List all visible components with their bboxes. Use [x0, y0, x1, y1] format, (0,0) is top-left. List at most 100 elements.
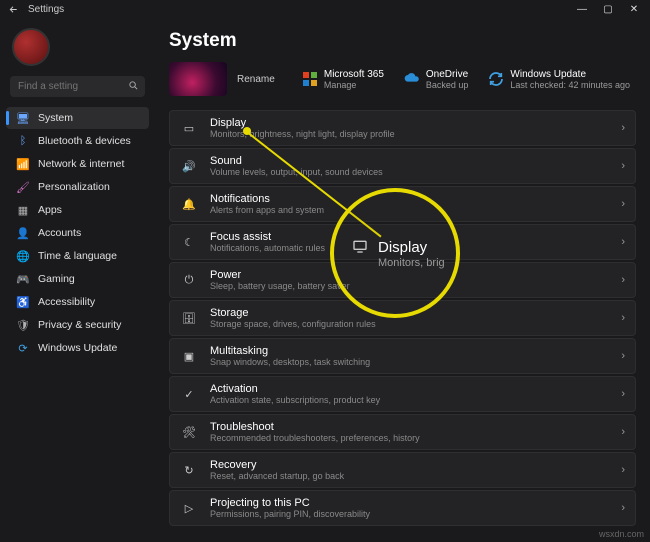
search-icon — [128, 80, 139, 94]
row-projecting-to-this-pc[interactable]: ▷Projecting to this PCPermissions, pairi… — [169, 490, 636, 526]
chevron-right-icon: › — [621, 464, 625, 476]
sidebar-item-apps[interactable]: ▦Apps — [6, 199, 149, 221]
row-sub: Alerts from apps and system — [210, 205, 324, 215]
row-icon: 🔊 — [180, 157, 198, 175]
watermark: wsxdn.com — [599, 529, 644, 539]
row-icon: ↻ — [180, 461, 198, 479]
row-icon: ▭ — [180, 119, 198, 137]
row-title: Notifications — [210, 193, 324, 205]
row-recovery[interactable]: ↻RecoveryReset, advanced startup, go bac… — [169, 452, 636, 488]
sidebar-item-label: Accounts — [38, 227, 81, 239]
row-title: Activation — [210, 383, 380, 395]
row-icon: ✓ — [180, 385, 198, 403]
sidebar-item-personalization[interactable]: 🖌 Personalization — [6, 176, 149, 198]
sidebar-item-label: Apps — [38, 204, 62, 216]
row-icon: 🛠 — [180, 423, 198, 441]
row-sub: Permissions, pairing PIN, discoverabilit… — [210, 509, 370, 519]
chevron-right-icon: › — [621, 312, 625, 324]
sidebar-item-label: Privacy & security — [38, 319, 121, 331]
tile-microsoft-[interactable]: Microsoft 365Manage — [302, 69, 384, 90]
row-sub: Recommended troubleshooters, preferences… — [210, 433, 420, 443]
chevron-right-icon: › — [621, 426, 625, 438]
onedrive-icon — [404, 71, 420, 87]
sidebar-item-label: Network & internet — [38, 158, 124, 170]
winupdate-icon — [488, 71, 504, 87]
display-icon — [352, 238, 368, 257]
tile-title: OneDrive — [426, 69, 469, 80]
sidebar-item-accounts[interactable]: 👤 Accounts — [6, 222, 149, 244]
sidebar-item-time-language[interactable]: 🌐 Time & language — [6, 245, 149, 267]
sidebar-item-label: Accessibility — [38, 296, 95, 308]
close-button[interactable]: ✕ — [628, 4, 640, 15]
tile-windows-update[interactable]: Windows UpdateLast checked: 42 minutes a… — [488, 69, 630, 90]
maximize-button[interactable]: ▢ — [602, 4, 614, 15]
ms365-icon — [302, 71, 318, 87]
search-input[interactable] — [10, 76, 145, 97]
row-title: Troubleshoot — [210, 421, 420, 433]
app-title: Settings — [22, 4, 64, 15]
row-display[interactable]: ▭ DisplayMonitors, brightness, night ligh… — [169, 110, 636, 146]
row-title: Focus assist — [210, 231, 325, 243]
sidebar-item-label: System — [38, 112, 73, 124]
nav-icon: 🎮 — [16, 272, 30, 286]
sidebar-item-label: Gaming — [38, 273, 75, 285]
row-title: Projecting to this PC — [210, 497, 370, 509]
sidebar-item-network-internet[interactable]: 📶 Network & internet — [6, 153, 149, 175]
highlight-circle: Display Monitors, brig — [330, 188, 460, 318]
tile-title: Windows Update — [510, 69, 630, 80]
rename-link[interactable]: Rename — [237, 74, 275, 85]
minimize-button[interactable]: — — [576, 4, 588, 15]
nav-icon: 🌐 — [16, 249, 30, 263]
chevron-right-icon: › — [621, 236, 625, 248]
row-sub: Monitors, brightness, night light, displ… — [210, 129, 395, 139]
row-icon: 🔔 — [180, 195, 198, 213]
tile-title: Microsoft 365 — [324, 69, 384, 80]
tile-sub: Last checked: 42 minutes ago — [510, 80, 630, 90]
avatar[interactable] — [12, 28, 50, 66]
sidebar-item-accessibility[interactable]: ♿ Accessibility — [6, 291, 149, 313]
row-title: Multitasking — [210, 345, 370, 357]
row-troubleshoot[interactable]: 🛠 TroubleshootRecommended troubleshooters… — [169, 414, 636, 450]
sidebar-item-system[interactable]: 🖥System — [6, 107, 149, 129]
sidebar-item-gaming[interactable]: 🎮 Gaming — [6, 268, 149, 290]
row-icon: ⏻ — [180, 271, 198, 289]
sidebar-item-windows-update[interactable]: ⟳ Windows Update — [6, 337, 149, 359]
chevron-right-icon: › — [621, 350, 625, 362]
chevron-right-icon: › — [621, 122, 625, 134]
row-multitasking[interactable]: ▣ MultitaskingSnap windows, desktops, tas… — [169, 338, 636, 374]
row-title: Display — [210, 117, 395, 129]
tile-onedrive[interactable]: OneDriveBacked up — [404, 69, 469, 90]
row-sub: Reset, advanced startup, go back — [210, 471, 344, 481]
row-title: Storage — [210, 307, 376, 319]
row-activation[interactable]: ✓ActivationActivation state, subscriptio… — [169, 376, 636, 412]
row-sub: Snap windows, desktops, task switching — [210, 357, 370, 367]
callout-sub: Monitors, brig — [378, 257, 456, 269]
sidebar-item-label: Time & language — [38, 250, 117, 262]
sidebar-item-privacy-security[interactable]: 🛡Privacy & security — [6, 314, 149, 336]
chevron-right-icon: › — [621, 274, 625, 286]
nav-icon: 👤 — [16, 226, 30, 240]
nav-icon: 🖌 — [16, 180, 30, 194]
row-title: Power — [210, 269, 350, 281]
sidebar-item-label: Windows Update — [38, 342, 117, 354]
row-icon: ▣ — [180, 347, 198, 365]
row-icon: 🗄 — [180, 309, 198, 327]
tile-sub: Manage — [324, 80, 384, 90]
back-button[interactable] — [4, 0, 22, 18]
callout-title: Display — [378, 239, 427, 256]
sidebar: 🖥SystemᛒBluetooth & devices 📶 Network & in… — [0, 18, 155, 542]
desktop-thumbnail[interactable] — [169, 62, 227, 96]
nav-icon: ⟳ — [16, 341, 30, 355]
nav-icon: ♿ — [16, 295, 30, 309]
sidebar-item-bluetooth-devices[interactable]: ᛒBluetooth & devices — [6, 130, 149, 152]
nav-icon: 📶 — [16, 157, 30, 171]
row-sound[interactable]: 🔊SoundVolume levels, output, input, soun… — [169, 148, 636, 184]
row-sub: Storage space, drives, configuration rul… — [210, 319, 376, 329]
row-sub: Sleep, battery usage, battery saver — [210, 281, 350, 291]
row-sub: Notifications, automatic rules — [210, 243, 325, 253]
sidebar-item-label: Bluetooth & devices — [38, 135, 131, 147]
chevron-right-icon: › — [621, 160, 625, 172]
page-title: System — [169, 30, 636, 52]
sidebar-item-label: Personalization — [38, 181, 110, 193]
chevron-right-icon: › — [621, 502, 625, 514]
